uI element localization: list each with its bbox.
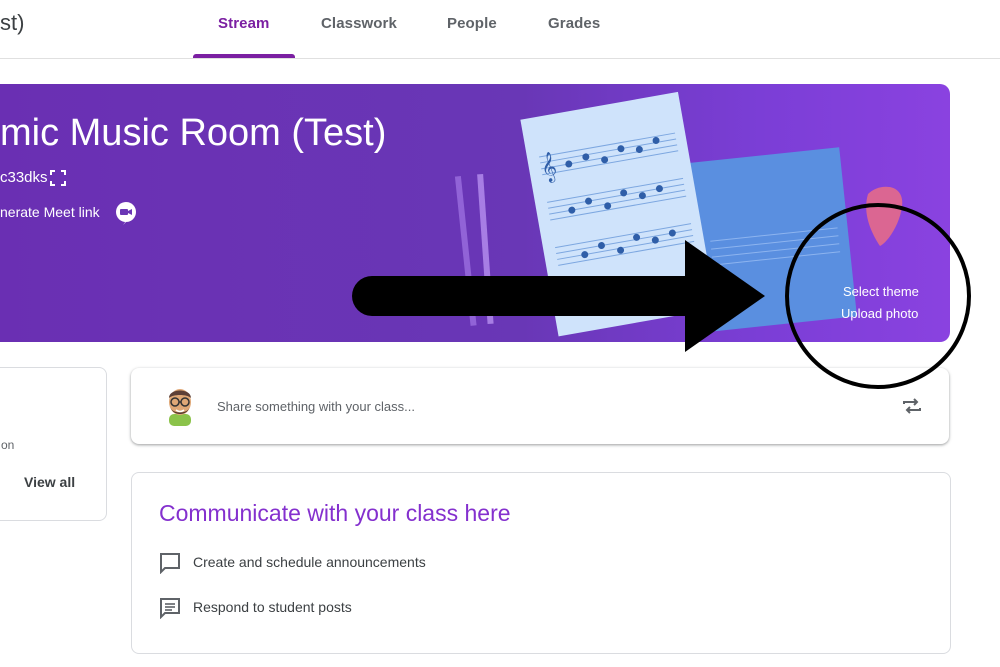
fullscreen-icon[interactable] (50, 170, 66, 186)
upcoming-text: on (1, 438, 15, 452)
communicate-card: Communicate with your class here Create … (131, 472, 951, 654)
communicate-title: Communicate with your class here (159, 500, 511, 526)
tab-stream[interactable]: Stream (218, 15, 269, 32)
meet-link[interactable]: nerate Meet link (0, 204, 100, 220)
view-all-link[interactable]: View all (24, 474, 75, 490)
class-title: st) (0, 10, 25, 35)
share-input[interactable]: Share something with your class... (217, 399, 415, 414)
tab-grades[interactable]: Grades (548, 15, 600, 32)
communicate-item-label: Respond to student posts (193, 599, 352, 615)
repost-icon[interactable] (901, 395, 923, 417)
video-camera-icon[interactable] (115, 201, 137, 225)
share-box[interactable]: Share something with your class... (131, 368, 949, 444)
communicate-item-label: Create and schedule announcements (193, 554, 426, 570)
tab-people[interactable]: People (447, 15, 497, 32)
class-title-banner: mic Music Room (Test) (0, 112, 387, 154)
upload-photo-link[interactable]: Upload photo (841, 306, 918, 321)
top-bar: st) Stream Classwork People Grades (0, 0, 1000, 59)
select-theme-link[interactable]: Select theme (843, 284, 919, 299)
class-code: c33dks (0, 169, 48, 186)
avatar (169, 389, 191, 426)
tab-classwork[interactable]: Classwork (321, 15, 397, 32)
upcoming-card: on View all (0, 367, 107, 521)
active-tab-indicator (193, 54, 295, 58)
class-banner: 𝄞 mic Music Room (Test) c33dks nerate Me… (0, 84, 950, 342)
comment-icon (160, 598, 180, 619)
announcement-icon (160, 553, 180, 574)
